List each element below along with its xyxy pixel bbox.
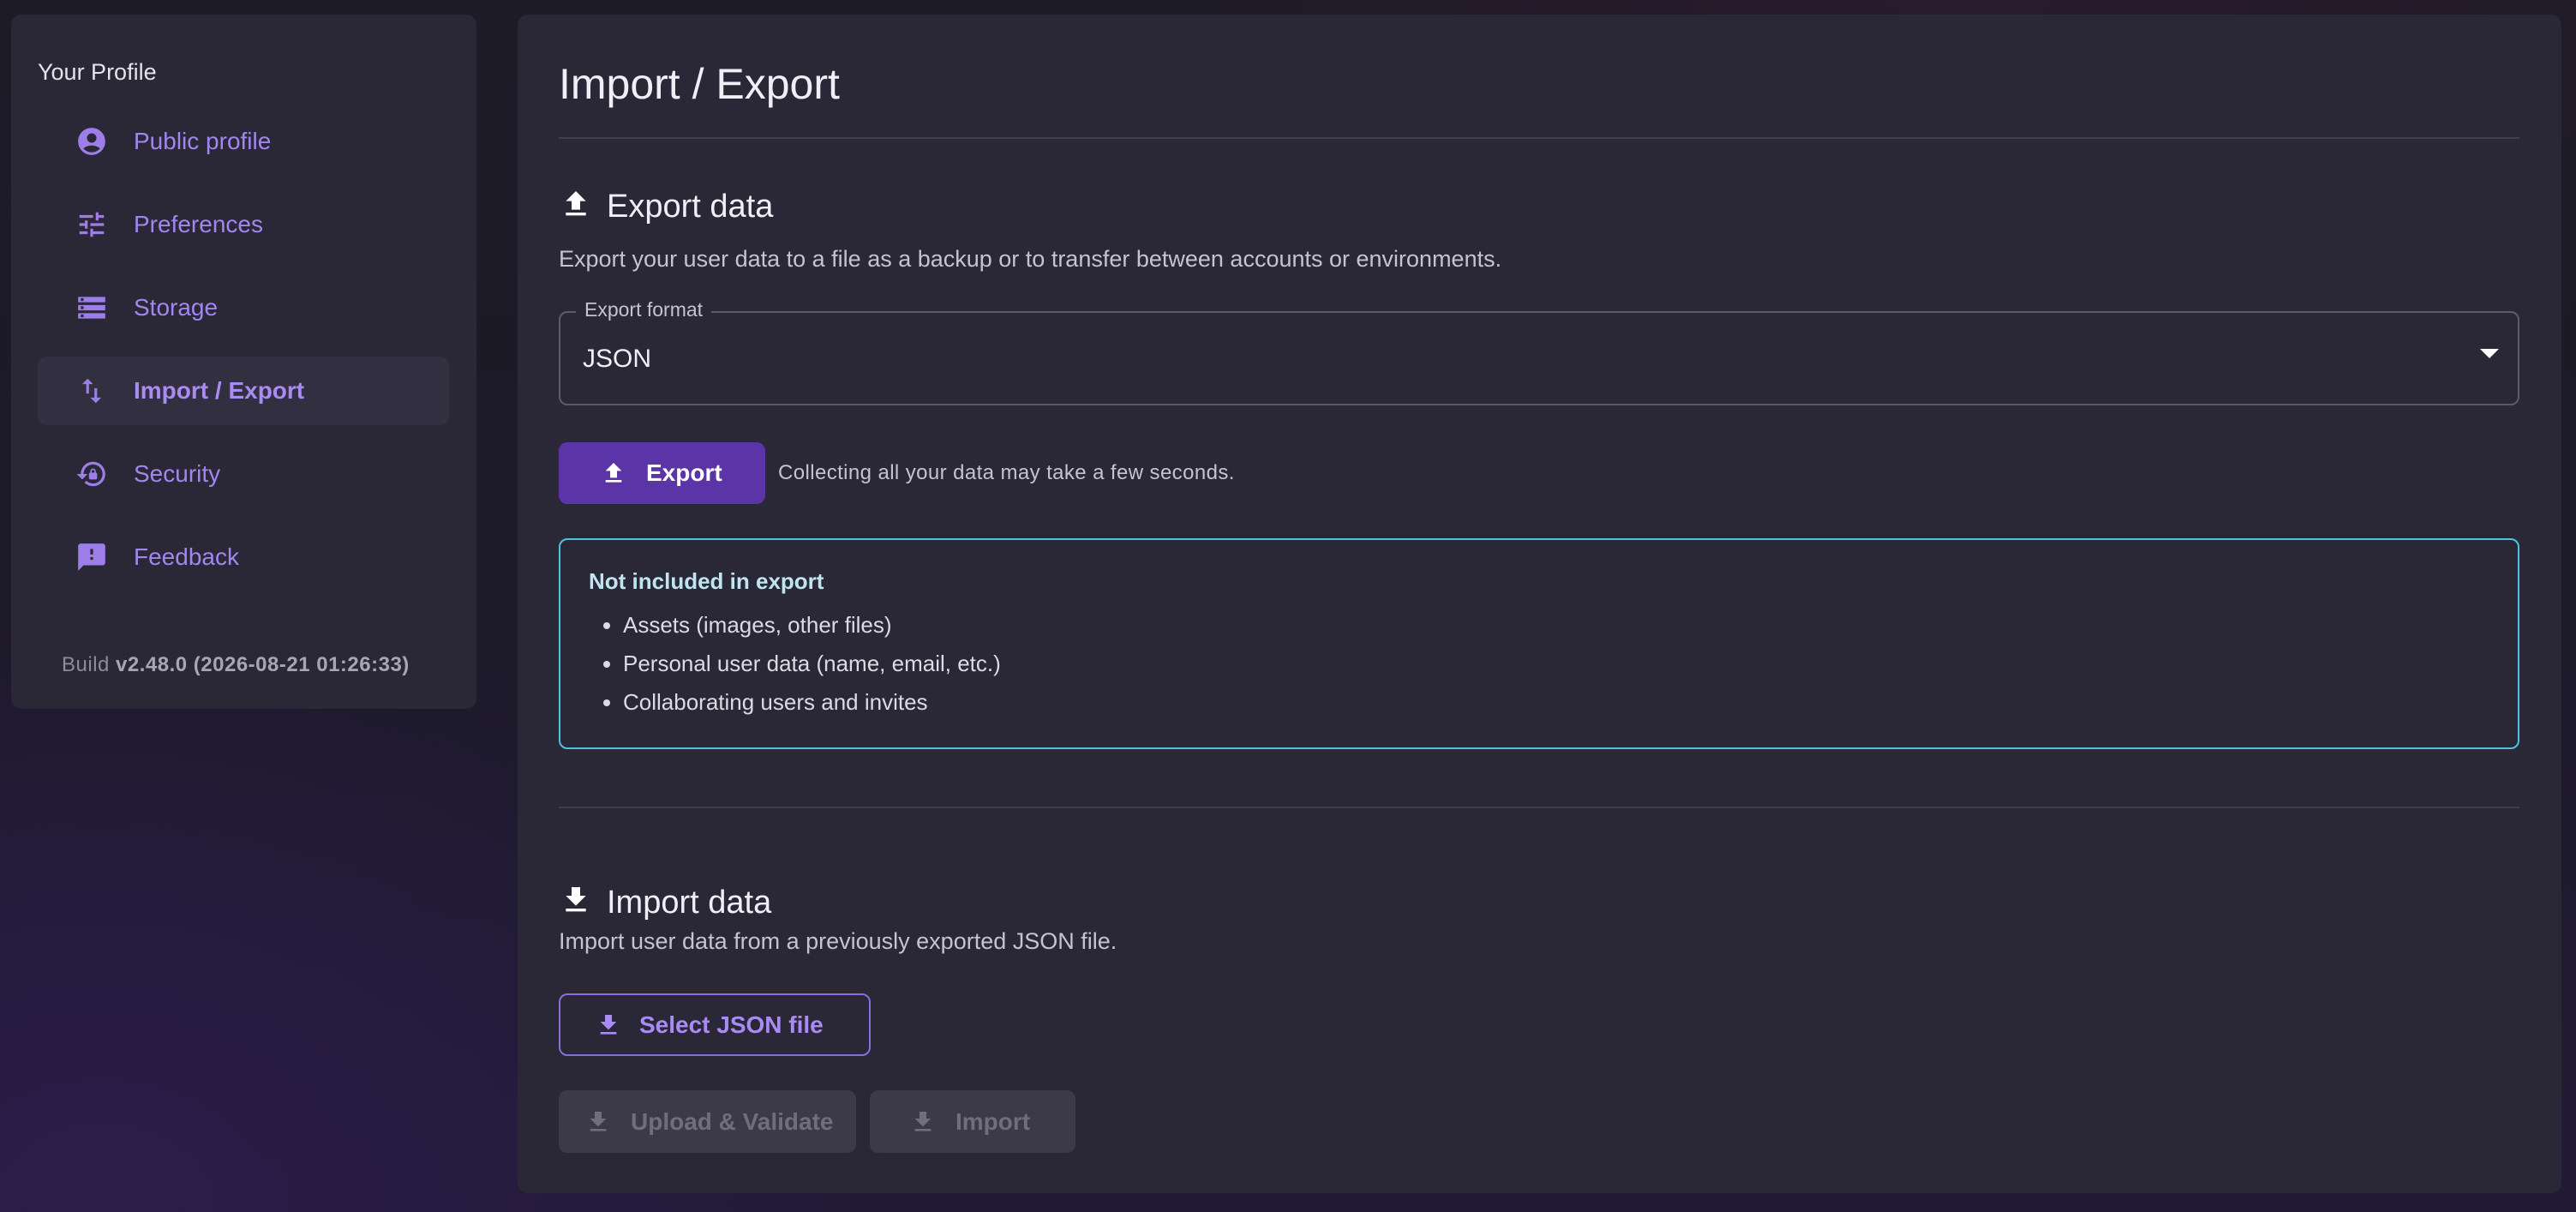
profile-sidebar: Your Profile Public profile Preferences … <box>11 15 476 709</box>
sidebar-item-label: Import / Export <box>134 377 305 404</box>
export-section-heading: Export data <box>559 185 773 223</box>
upload-validate-button[interactable]: Upload & Validate <box>559 1090 856 1153</box>
export-format-select[interactable]: Export format JSON <box>559 298 2519 405</box>
storage-list-icon <box>75 291 109 325</box>
import-button[interactable]: Import <box>870 1090 1075 1153</box>
tune-sliders-icon <box>75 207 109 242</box>
select-json-file-button[interactable]: Select JSON file <box>559 993 871 1056</box>
sidebar-item-feedback[interactable]: Feedback <box>38 523 449 591</box>
export-notice: Not included in export Assets (images, o… <box>559 538 2519 749</box>
list-item: Collaborating users and invites <box>589 689 1001 728</box>
download-icon <box>590 1111 607 1131</box>
import-button-label: Import <box>956 1107 1031 1135</box>
caret-down-icon <box>2480 349 2499 358</box>
feedback-icon <box>75 540 109 574</box>
import-description: Import user data from a previously expor… <box>559 928 1117 954</box>
upload-icon <box>605 463 622 483</box>
sidebar-item-storage[interactable]: Storage <box>38 273 449 342</box>
title-divider <box>559 137 2519 139</box>
section-divider <box>559 807 2519 808</box>
export-button[interactable]: Export <box>559 442 765 504</box>
export-button-label: Export <box>646 459 722 486</box>
sidebar-item-import-export[interactable]: Import / Export <box>38 357 449 425</box>
export-format-value: JSON <box>583 345 652 373</box>
build-version: v2.48.0 (2026-08-21 01:26:33) <box>116 653 410 676</box>
export-hint: Collecting all your data may take a few … <box>778 461 1235 484</box>
upload-validate-label: Upload & Validate <box>631 1107 834 1135</box>
notice-list: Assets (images, other files) Personal us… <box>589 612 1001 728</box>
sidebar-item-label: Security <box>134 460 221 487</box>
import-section-heading: Import data <box>559 881 771 919</box>
lock-reset-icon <box>75 457 109 491</box>
main-panel: Import / Export Export data Export your … <box>518 15 2561 1193</box>
build-info: Build v2.48.0 (2026-08-21 01:26:33) <box>62 653 410 677</box>
upload-icon <box>566 191 586 216</box>
sidebar-item-label: Public profile <box>134 128 272 154</box>
page-title: Import / Export <box>559 60 840 108</box>
sidebar-item-label: Storage <box>134 294 219 321</box>
sidebar-item-public-profile[interactable]: Public profile <box>38 107 449 176</box>
sidebar-item-label: Preferences <box>134 211 263 237</box>
notice-title: Not included in export <box>589 568 824 594</box>
download-icon <box>600 1014 617 1035</box>
sidebar-item-label: Feedback <box>134 543 239 570</box>
list-item: Personal user data (name, email, etc.) <box>589 651 1001 689</box>
export-format-label: Export format <box>576 298 712 321</box>
export-heading-text: Export data <box>607 189 774 225</box>
download-icon <box>566 887 586 912</box>
sidebar-item-preferences[interactable]: Preferences <box>38 190 449 259</box>
account-circle-icon <box>75 124 109 159</box>
select-json-label: Select JSON file <box>639 1011 824 1038</box>
export-description: Export your user data to a file as a bac… <box>559 246 1502 272</box>
sidebar-title: Your Profile <box>38 59 157 85</box>
import-heading-text: Import data <box>607 885 772 921</box>
sidebar-item-security[interactable]: Security <box>38 440 449 508</box>
build-prefix: Build <box>62 653 110 676</box>
list-item: Assets (images, other files) <box>589 612 1001 651</box>
import-export-arrows-icon <box>75 374 109 408</box>
download-icon <box>914 1111 932 1131</box>
